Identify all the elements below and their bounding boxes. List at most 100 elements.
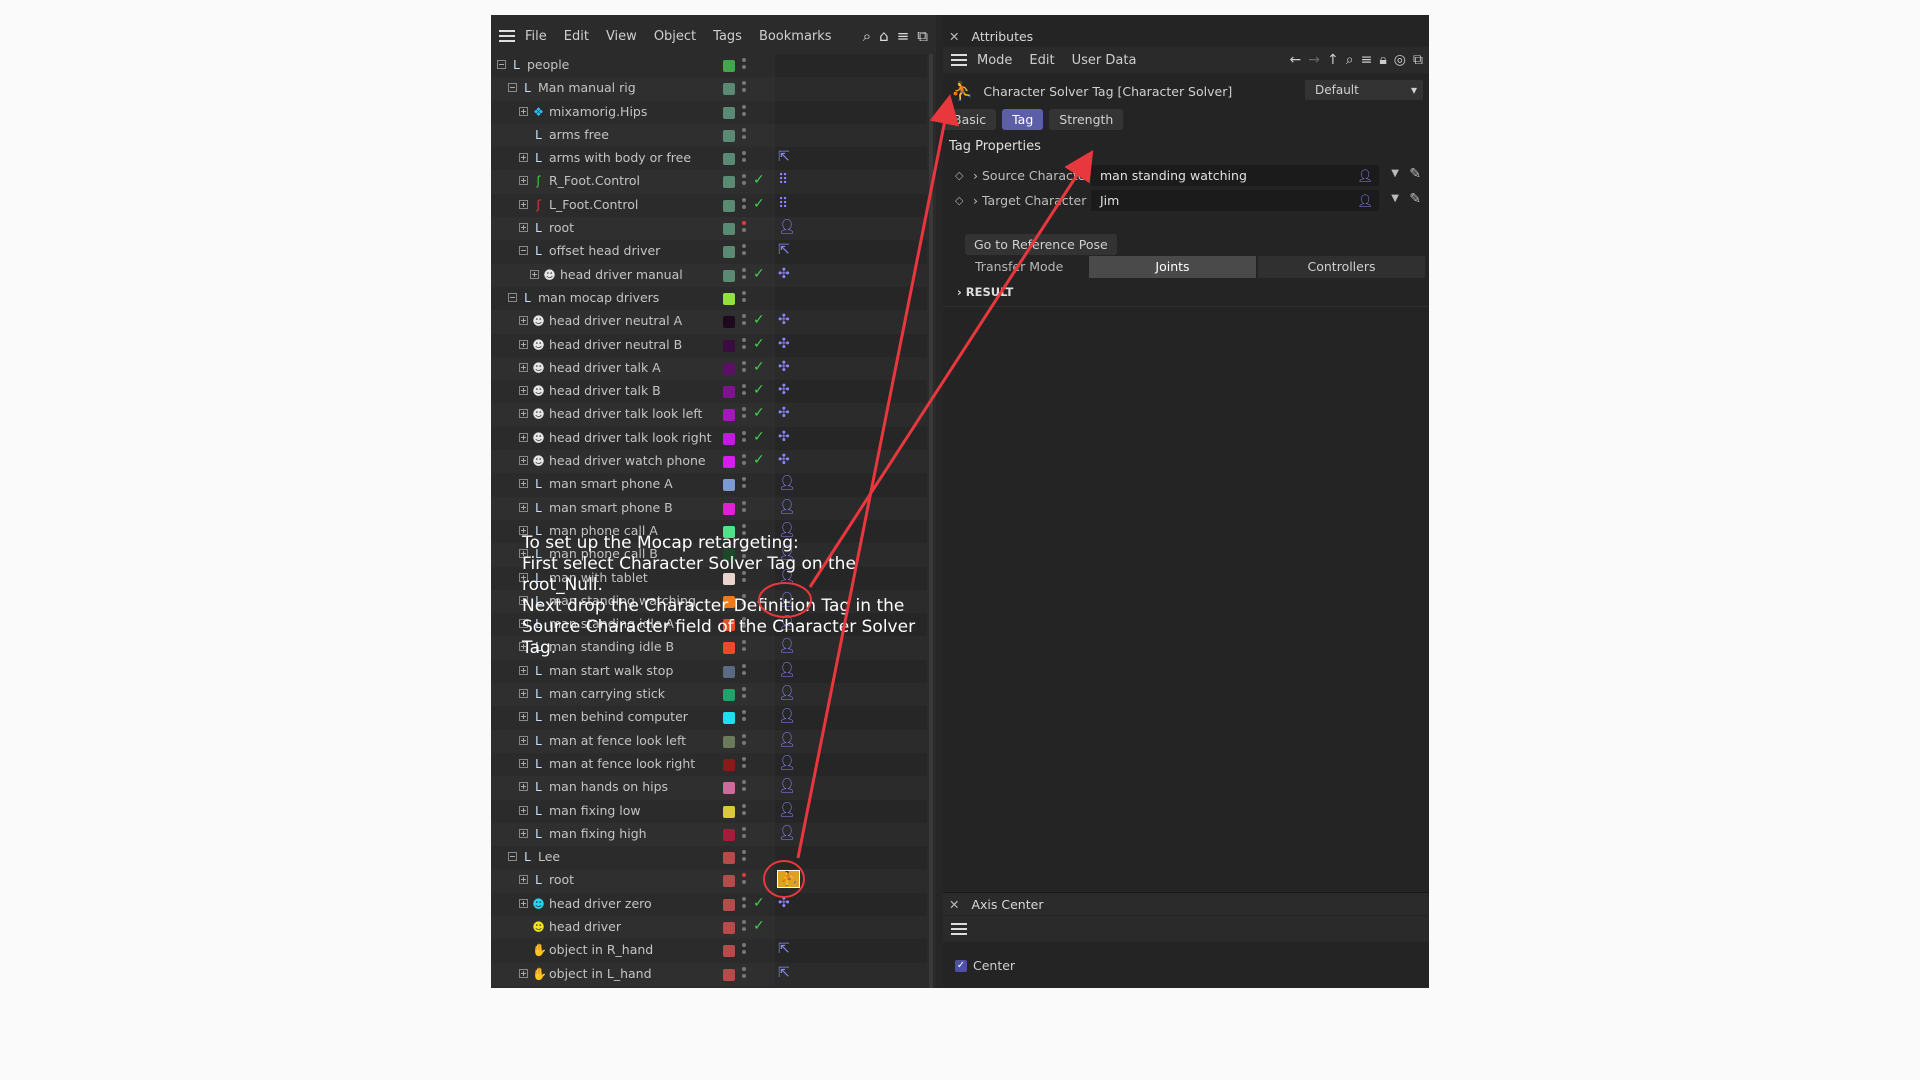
forward-arrow-icon[interactable]: → [1308,52,1320,68]
menu-file[interactable]: File [525,29,547,44]
object-row[interactable]: ☻ head driver talk A ✓ ✣ [491,356,927,381]
object-name[interactable]: Man manual rig [538,80,636,95]
object-row[interactable]: Larms free [491,123,927,148]
visibility-dots[interactable] [742,267,747,282]
object-name[interactable]: offset head driver [549,243,660,258]
object-name[interactable]: R_Foot.Control [549,173,640,188]
character-definition-tag-icon[interactable]: 👤︎ [778,475,796,491]
object-row[interactable]: Lman mocap drivers [491,286,927,311]
layer-color-swatch[interactable] [723,409,735,422]
character-definition-tag-icon[interactable]: 👤︎ [778,778,796,794]
visibility-dots[interactable] [742,663,747,678]
enabled-check-icon[interactable]: ✓ [753,895,765,911]
expand-icon[interactable] [519,176,528,186]
object-row[interactable]: ✋ object in L_hand ⇱ [491,962,927,986]
visibility-dots[interactable] [742,780,747,794]
object-row[interactable]: Lpeople [491,54,927,78]
visibility-dots[interactable] [742,477,747,491]
visibility-dots[interactable] [742,81,747,95]
visibility-dots[interactable] [742,174,747,188]
enabled-check-icon[interactable]: ✓ [753,266,765,282]
expand-icon[interactable] [519,409,528,419]
layer-color-swatch[interactable] [723,176,735,189]
object-name[interactable]: man smart phone A [549,476,673,491]
object-row[interactable]: ☻ head driver talk B ✓ ✣ [491,380,927,404]
enabled-check-icon[interactable]: ✓ [753,312,765,328]
expand-icon[interactable] [530,269,539,279]
constraint-tag-icon[interactable]: ⇱ [778,941,790,957]
menu-tags[interactable]: Tags [713,29,742,44]
character-definition-tag-icon[interactable]: 👤︎ [778,708,796,724]
enabled-check-icon[interactable]: ✓ [753,359,765,375]
object-name[interactable]: head driver [549,919,621,934]
object-name[interactable]: root [549,872,574,887]
close-icon[interactable]: ✕ [949,29,959,44]
expand-icon[interactable] [519,735,528,745]
visibility-dots[interactable] [742,58,747,72]
lock-icon[interactable]: 🔒︎ [1379,52,1386,68]
target-character-field[interactable]: Jim 👤︎ [1091,190,1379,211]
object-name[interactable]: L_Foot.Control [549,197,638,212]
layer-color-swatch[interactable] [723,129,735,142]
layer-color-swatch[interactable] [723,689,735,702]
object-name[interactable]: head driver talk B [549,383,661,398]
layer-color-swatch[interactable] [723,386,735,399]
visibility-dots[interactable] [742,756,747,771]
object-list-scrollbar[interactable] [929,54,933,988]
object-row[interactable]: ❖ mixamorig.Hips [491,100,927,124]
menu-edit[interactable]: Edit [564,29,589,44]
visibility-dots[interactable] [742,500,747,515]
object-row[interactable]: Lman smart phone A 👤︎ [491,473,927,497]
object-name[interactable]: men behind computer [549,709,688,724]
object-name[interactable]: head driver talk A [549,360,661,375]
object-name[interactable]: man mocap drivers [538,290,659,305]
visibility-dots[interactable] [742,290,747,305]
search-icon[interactable]: ⌕ [1346,52,1354,68]
enabled-check-icon[interactable]: ✓ [753,452,765,468]
expand-icon[interactable] [519,758,528,768]
expand-icon[interactable] [519,712,528,722]
layer-color-swatch[interactable] [723,60,735,72]
object-row[interactable]: Lman hands on hips 👤︎ [491,776,927,800]
object-name[interactable]: man start walk stop [549,663,673,678]
object-row[interactable]: Lman fixing high 👤︎ [491,822,927,847]
visibility-dots[interactable] [742,850,747,864]
expand-icon[interactable] [519,782,528,792]
filter-icon[interactable]: ≡ [1361,52,1373,68]
hamburger-menu-icon[interactable] [951,54,967,66]
layer-color-swatch[interactable] [723,852,735,865]
layer-color-swatch[interactable] [723,898,735,911]
transfer-mode-joints[interactable]: Joints [1089,256,1256,278]
pose-morph-tag-icon[interactable]: ✣ [778,359,790,375]
object-row[interactable]: Lmen behind computer 👤︎ [491,706,927,730]
picker-icon[interactable]: ✎ [1409,191,1421,207]
visibility-dots[interactable] [742,151,747,165]
transfer-mode-controllers[interactable]: Controllers [1258,256,1425,278]
expand-icon[interactable] [519,968,528,978]
visibility-dots[interactable] [742,430,747,445]
keyframe-diamond-icon[interactable]: ◇ [955,169,963,182]
object-name[interactable]: root [549,220,574,235]
visibility-dots[interactable] [742,687,747,701]
layer-color-swatch[interactable] [723,316,735,329]
object-row[interactable]: ʃ R_Foot.Control ✓ ⠿ [491,170,927,194]
tab-tag[interactable]: Tag [1002,109,1044,130]
layer-color-swatch[interactable] [723,945,735,958]
object-row[interactable]: ☻ head driver neutral A ✓ ✣ [491,310,927,334]
ik-tag-icon[interactable]: ⠿ [778,196,788,212]
object-name[interactable]: head driver neutral B [549,337,682,352]
object-row[interactable]: L Man manual rig [491,77,927,101]
layer-color-swatch[interactable] [723,153,735,166]
layer-color-swatch[interactable] [723,339,735,352]
object-row[interactable]: L Lee [491,846,927,870]
object-row[interactable]: Lman start walk stop 👤︎ [491,659,927,684]
new-window-icon[interactable]: ⧉ [917,27,928,45]
object-name[interactable]: man at fence look left [549,733,686,748]
pose-morph-tag-icon[interactable]: ✣ [778,452,790,468]
visibility-dots[interactable] [742,873,747,887]
object-row[interactable]: ☻ head driver neutral B ✓ ✣ [491,333,927,357]
expand-icon[interactable] [519,362,528,372]
layer-color-swatch[interactable] [723,432,735,445]
object-row[interactable]: ✋ object in R_hand ⇱ [491,939,927,963]
layer-color-swatch[interactable] [723,782,735,795]
